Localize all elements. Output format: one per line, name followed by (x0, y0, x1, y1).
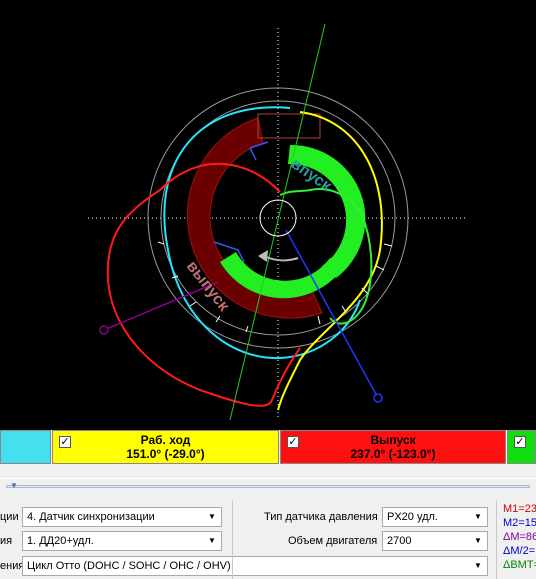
check-icon[interactable]: ✓ (514, 436, 526, 448)
cycle-select-value: Цикл Отто (DOHC / SOHC / OHC / OHV) (27, 560, 231, 572)
measurement-divider (496, 500, 497, 579)
chevron-down-icon[interactable]: ▼ (471, 557, 485, 575)
valve-timing-diagram[interactable]: впуск выпуск (0, 0, 536, 430)
blue-pointer-handle[interactable] (373, 393, 383, 403)
chevron-down-icon[interactable]: ▼ (205, 508, 219, 526)
phase-text: Выпуск 237.0° (-123.0°) (351, 433, 436, 461)
volume-label: Объем двигателя (288, 535, 378, 547)
phase-name: Выпуск (370, 433, 416, 447)
measurement-m1: M1=23 (503, 503, 536, 515)
sensor-label: ия (0, 535, 13, 547)
panel-divider (232, 500, 233, 579)
chevron-down-icon[interactable]: ▼ (205, 532, 219, 550)
phase-bar-power-stroke[interactable]: ✓ Раб. ход 151.0° (-29.0°) (52, 430, 279, 464)
pressure-sensor-value: PX20 удл. (387, 511, 438, 523)
sensor-select[interactable]: 1. ДД20+удл. ▼ (22, 531, 222, 551)
phase-bar-exhaust[interactable]: ✓ Выпуск 237.0° (-123.0°) (280, 430, 506, 464)
check-icon[interactable]: ✓ (59, 436, 71, 448)
tdc-marker (257, 113, 321, 139)
scroll-down-icon[interactable]: ▼ (10, 481, 18, 490)
sensor-select-value: 1. ДД20+удл. (27, 535, 94, 547)
measurement-delta-bmt: ΔBMT= (503, 559, 536, 571)
cycle-label: ения (0, 560, 25, 572)
pressure-sensor-select[interactable]: PX20 удл. ▼ (382, 507, 488, 527)
phase-bar-compression[interactable]: ✓ (507, 430, 536, 464)
measurement-m2: M2=15 (503, 517, 536, 529)
phase-name: Раб. ход (140, 433, 191, 447)
phase-value: 151.0° (-29.0°) (126, 447, 205, 461)
phase-text: Раб. ход 151.0° (-29.0°) (126, 433, 204, 461)
pressure-sensor-label: Тип датчика давления (264, 511, 378, 523)
sync-label: ции (0, 511, 19, 523)
measurement-delta-m-half: ΔM/2= (503, 545, 536, 557)
measurement-delta-m: ΔM=86 (503, 531, 536, 543)
diagram-canvas: впуск выпуск (88, 23, 468, 421)
check-icon[interactable]: ✓ (287, 436, 299, 448)
scroll-track[interactable] (6, 485, 530, 488)
purple-pointer-handle[interactable] (99, 325, 109, 335)
volume-value: 2700 (387, 535, 412, 547)
chevron-down-icon[interactable]: ▼ (471, 532, 485, 550)
phase-value: 237.0° (-123.0°) (350, 447, 436, 461)
sync-select[interactable]: 4. Датчик синхронизации ▼ (22, 507, 222, 527)
volume-select[interactable]: 2700 ▼ (382, 531, 488, 551)
rotation-arrowhead (258, 250, 268, 262)
sync-select-value: 4. Датчик синхронизации (27, 511, 155, 523)
horizontal-scrollbar[interactable]: ▼ (0, 478, 536, 493)
phase-bar-intake[interactable] (0, 430, 51, 464)
chevron-down-icon[interactable]: ▼ (471, 508, 485, 526)
cycle-select[interactable]: Цикл Отто (DOHC / SOHC / OHC / OHV) ▼ (22, 556, 488, 576)
